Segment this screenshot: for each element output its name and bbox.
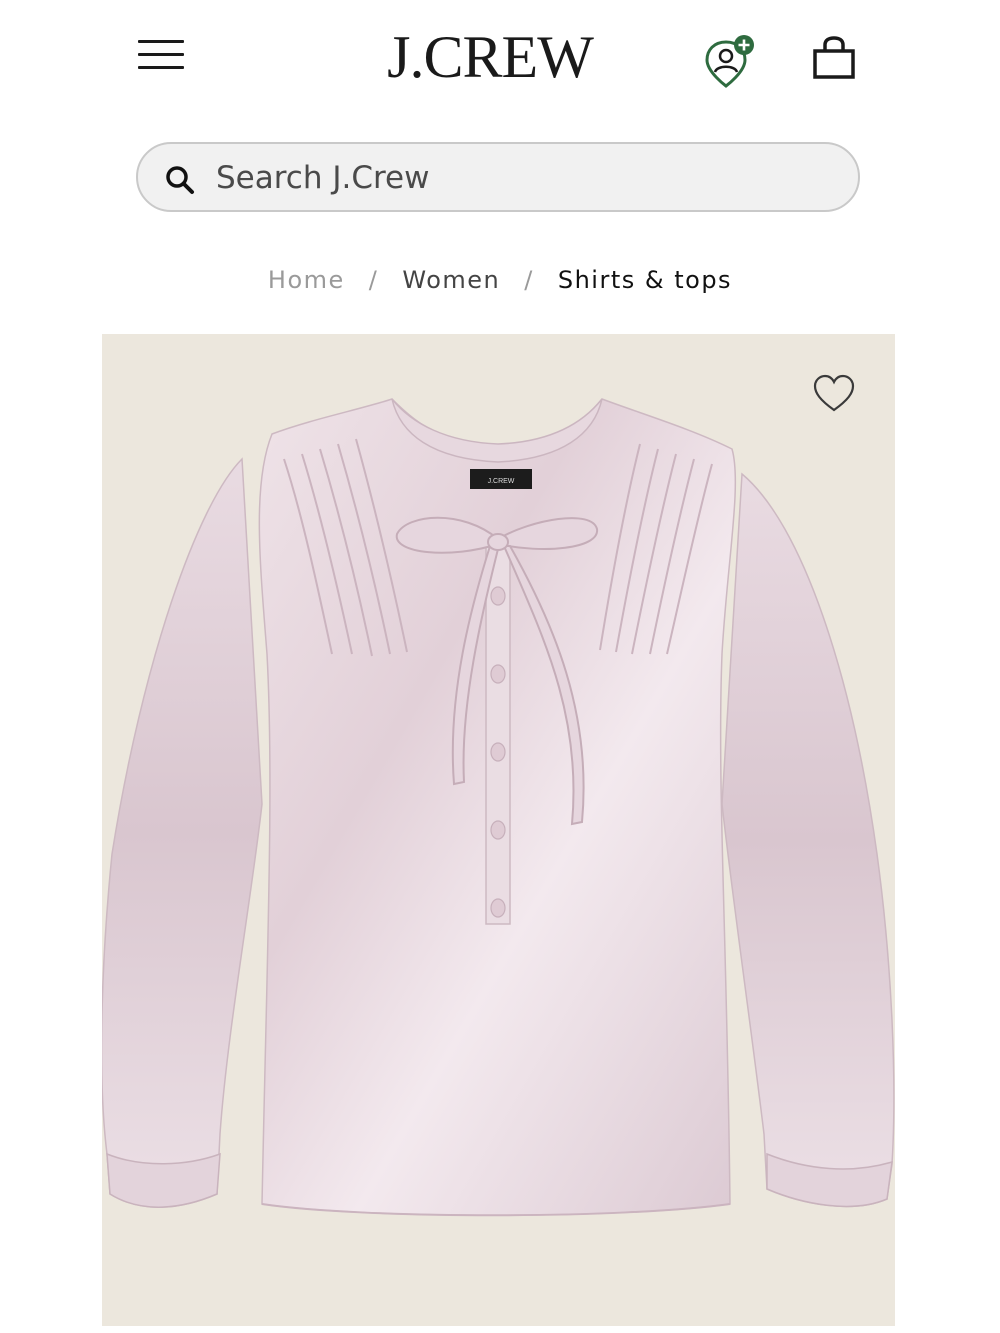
product-photo: J.CREW [102,398,895,1217]
breadcrumb-current: Shirts & tops [557,266,733,294]
search-bar[interactable] [136,142,860,212]
breadcrumb: Home / Women / Shirts & tops [0,258,1000,302]
shopping-bag-icon-svg [813,36,855,79]
search-input[interactable] [216,154,816,202]
right-sleeve [721,472,895,1208]
menu-bar [138,40,184,43]
menu-bar [138,66,184,69]
product-image[interactable]: J.CREW [102,334,895,1326]
heart-icon[interactable] [812,374,856,414]
brand-logo[interactable]: J.CREW [360,22,620,92]
garment-label-text: J.CREW [488,478,515,485]
breadcrumb-separator: / [524,266,534,294]
search-icon[interactable] [164,164,196,196]
left-sleeve [102,457,263,1208]
breadcrumb-women-link[interactable]: Women [402,266,500,294]
shopping-bag-icon[interactable] [808,34,860,86]
site-header: J.CREW [0,0,1000,120]
heart-icon-svg [813,374,855,412]
hamburger-menu-icon[interactable] [138,38,186,72]
breadcrumb-home-link[interactable]: Home [268,266,345,294]
menu-bar [138,53,184,56]
breadcrumb-separator: / [368,266,379,294]
account-location-icon-svg [705,35,754,88]
account-location-icon[interactable] [700,32,760,92]
